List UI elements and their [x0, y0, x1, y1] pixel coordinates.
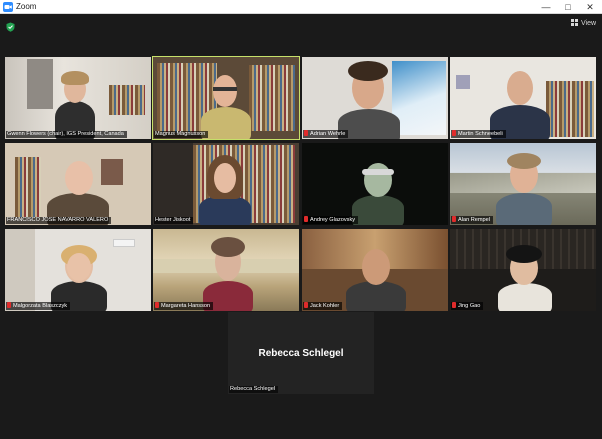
close-button[interactable]: ✕ — [579, 0, 601, 14]
mic-muted-icon — [304, 302, 308, 308]
participant-video — [450, 143, 596, 225]
participant-tile[interactable]: Jing Gao — [450, 229, 596, 311]
participant-name: Rebecca Schlegel — [229, 386, 279, 393]
participant-video — [302, 229, 448, 311]
view-label: View — [581, 20, 597, 27]
window-titlebar: Zoom — □ ✕ — [0, 0, 602, 14]
mic-muted-icon — [155, 302, 159, 308]
participant-name: Jing Gao — [451, 302, 484, 310]
mic-muted-icon — [452, 130, 456, 136]
participant-video — [153, 143, 299, 225]
participant-tile[interactable]: Malgorzata Blaszczyk — [5, 229, 151, 311]
participant-tile[interactable]: Alan Rempel — [450, 143, 596, 225]
participant-name: Adrian Wehrle — [303, 130, 349, 138]
maximize-button[interactable]: □ — [557, 0, 579, 14]
participant-tile[interactable]: Margareta Hansson — [153, 229, 299, 311]
participant-video — [5, 143, 151, 225]
participant-tile-no-video[interactable]: Rebecca Schlegel Rebecca Schlegel — [228, 312, 374, 394]
participant-video — [153, 229, 299, 311]
participant-video — [302, 57, 448, 139]
participant-video — [5, 229, 151, 311]
mic-muted-icon — [304, 130, 308, 136]
participant-name: Gwenn Flowers (chair), IGS President, Ca… — [6, 131, 127, 138]
participant-tile[interactable]: Gwenn Flowers (chair), IGS President, Ca… — [5, 57, 151, 139]
participant-name: Jack Kohler — [303, 302, 343, 310]
mic-muted-icon — [7, 302, 11, 308]
participant-name: Andrey Glazovsky — [303, 216, 359, 224]
grid-icon — [571, 19, 578, 26]
participant-tile[interactable]: Andrey Glazovsky — [302, 143, 448, 225]
meeting-topbar: View — [0, 15, 602, 33]
zoom-logo-icon — [3, 2, 13, 12]
participant-video — [450, 57, 596, 139]
participant-video — [153, 57, 299, 139]
participant-tile[interactable]: Jack Kohler — [302, 229, 448, 311]
participant-name: Martin Schneebeli — [451, 130, 506, 138]
view-button[interactable]: View — [571, 19, 596, 29]
minimize-button[interactable]: — — [535, 0, 557, 14]
participant-tile[interactable]: Hester Jiskoot — [153, 143, 299, 225]
mic-muted-icon — [304, 216, 308, 222]
participant-display-name: Rebecca Schlegel — [258, 348, 344, 359]
participant-name: Malgorzata Blaszczyk — [6, 302, 71, 310]
participant-name: FRANCISCO JOSE NAVARRO VALERO — [6, 217, 112, 224]
participant-tile[interactable]: Martin Schneebeli — [450, 57, 596, 139]
participant-video — [450, 229, 596, 311]
participant-tile[interactable]: FRANCISCO JOSE NAVARRO VALERO — [5, 143, 151, 225]
participant-name: Alan Rempel — [451, 216, 494, 224]
mic-muted-icon — [452, 216, 456, 222]
participant-name: Hester Jiskoot — [154, 217, 194, 224]
participant-name: Magnus Magnusson — [154, 131, 209, 138]
mic-muted-icon — [452, 302, 456, 308]
participant-video — [302, 143, 448, 225]
participant-tile[interactable]: Adrian Wehrle — [302, 57, 448, 139]
window-title: Zoom — [16, 2, 37, 11]
participant-video — [5, 57, 151, 139]
participant-name: Margareta Hansson — [154, 302, 214, 310]
participant-tile-active-speaker[interactable]: Magnus Magnusson — [152, 56, 300, 140]
shield-icon[interactable] — [6, 19, 15, 32]
